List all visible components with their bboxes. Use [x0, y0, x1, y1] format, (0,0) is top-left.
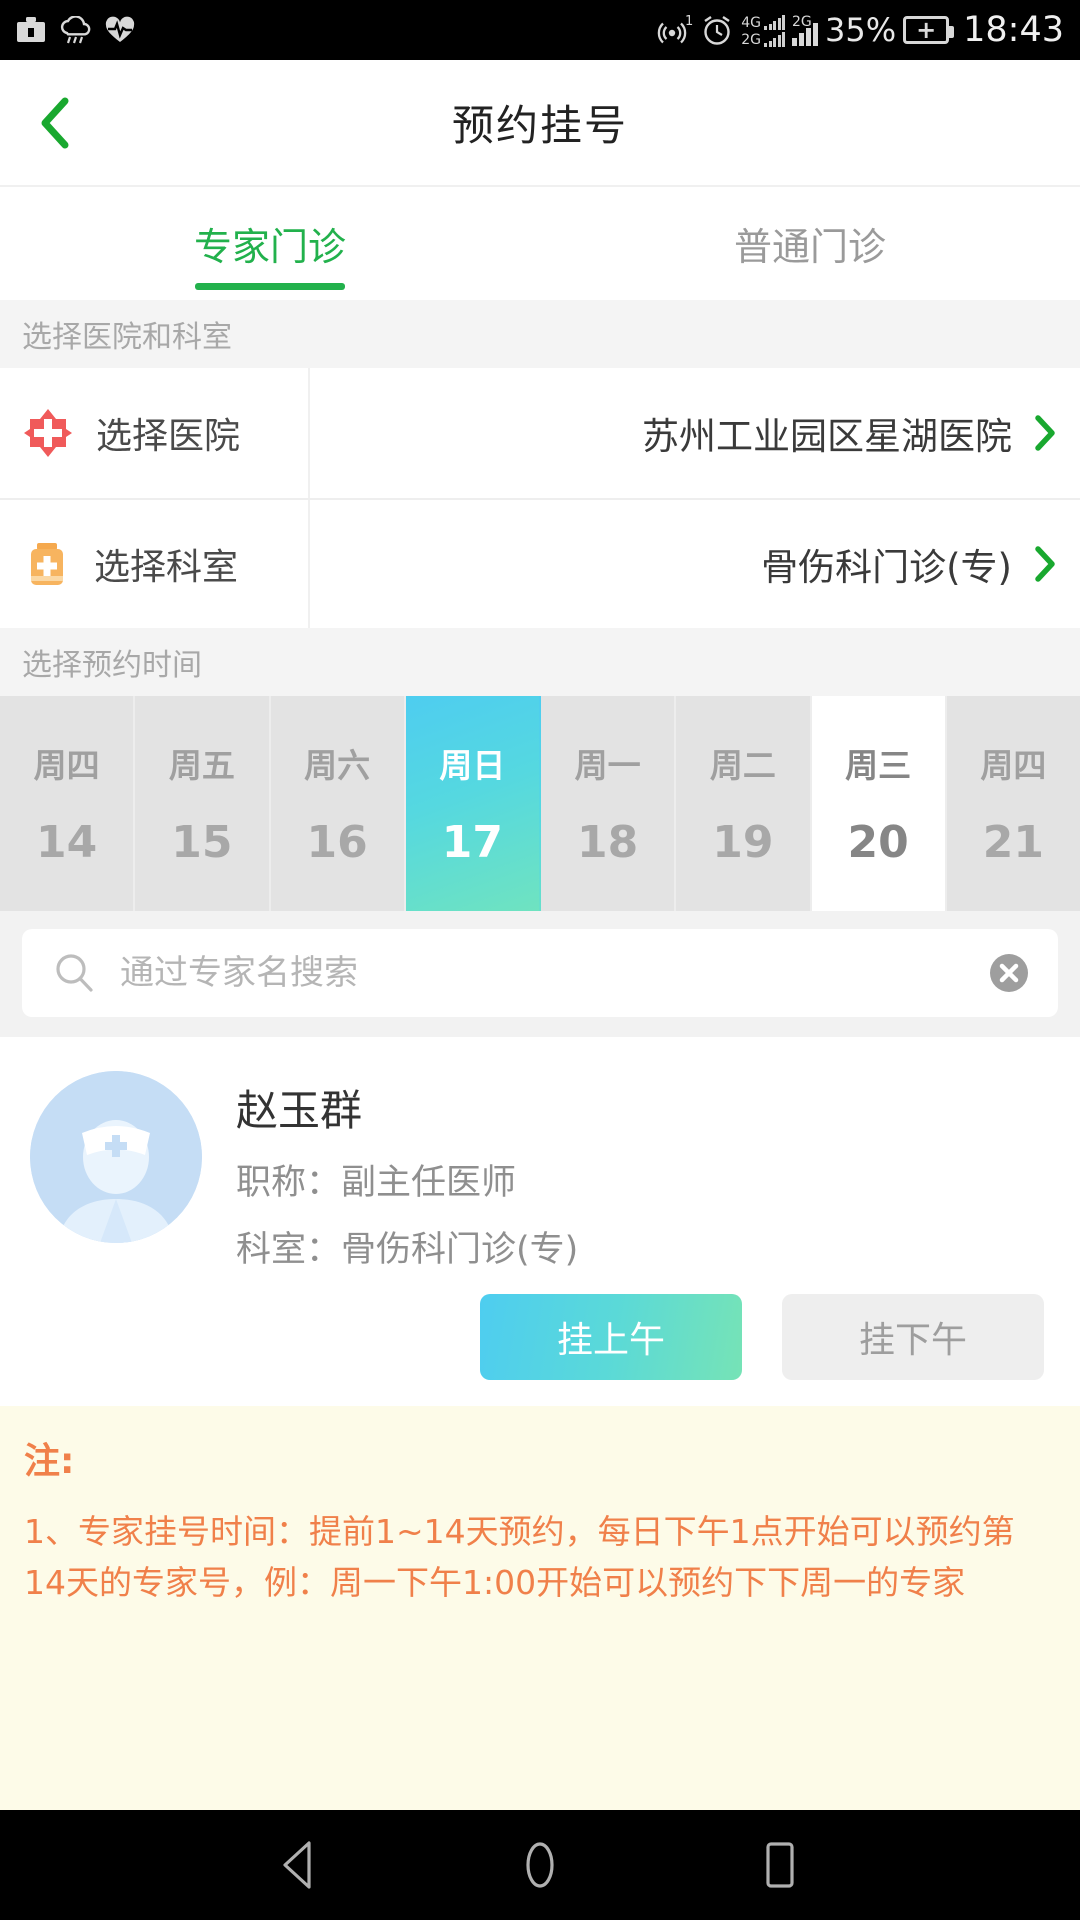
date-cell[interactable]: 周二 19: [676, 696, 812, 911]
date-dow-label: 周一: [574, 746, 641, 785]
clinic-type-tabs: 专家门诊 普通门诊: [0, 185, 1080, 300]
doctor-title: 职称：副主任医师: [236, 1163, 517, 1203]
dual-sim-signal-icon: 4G 2G: [741, 14, 785, 47]
medical-bag-icon: [31, 543, 63, 585]
date-day-label: 18: [577, 817, 639, 868]
doctor-card-top: 赵玉群 职称：副主任医师 科室：骨伤科门诊(专): [0, 1071, 1080, 1272]
status-bar-right-icons: 1 4G 2G 2G 35% + 18:43: [657, 10, 1064, 50]
doctor-actions: 挂上午 挂下午: [0, 1272, 1080, 1380]
date-cell[interactable]: 周六 16: [270, 696, 406, 911]
date-cell[interactable]: 周四 14: [0, 696, 136, 911]
date-dow-label: 周日: [439, 746, 506, 785]
nav-back-icon: [283, 1841, 311, 1889]
tab-inactive-indicator: [735, 283, 885, 290]
rain-cloud-icon: [60, 16, 91, 44]
doctor-card: 赵玉群 职称：副主任医师 科室：骨伤科门诊(专) 挂上午 挂下午: [0, 1037, 1080, 1406]
battery-icon: +: [903, 16, 955, 44]
tab-general-clinic[interactable]: 普通门诊: [540, 187, 1080, 300]
nav-home-button[interactable]: [495, 1810, 585, 1920]
chevron-right-icon: [1035, 546, 1055, 582]
date-cell-available[interactable]: 周三 20: [811, 696, 947, 911]
date-cell-selected[interactable]: 周日 17: [405, 696, 541, 911]
date-dow-label: 周四: [33, 746, 100, 785]
date-dow-label: 周五: [168, 746, 235, 785]
search-bar[interactable]: [22, 929, 1058, 1017]
status-bar: 1 4G 2G 2G 35% + 18:43: [0, 0, 1080, 60]
selected-hospital-value: 苏州工业园区星湖医院: [642, 415, 1012, 458]
date-dow-label: 周二: [709, 746, 776, 785]
nav-recents-button[interactable]: [735, 1810, 825, 1920]
date-day-label: 19: [712, 817, 774, 868]
date-cell[interactable]: 周五 15: [135, 696, 271, 911]
hotspot-icon: 1: [657, 14, 693, 44]
alarm-clock-icon: [704, 16, 730, 45]
date-day-label: 14: [36, 817, 98, 868]
date-day-label: 17: [441, 817, 503, 868]
doctor-department: 科室：骨伤科门诊(专): [236, 1230, 579, 1270]
nav-home-icon: [526, 1842, 554, 1888]
notes-section: 注: 1、专家挂号时间：提前1~14天预约，每日下午1点开始可以预约第14天的专…: [0, 1406, 1080, 1810]
app-screen: 1 4G 2G 2G 35% + 18:43 预约挂号 专家门诊 普通门诊 选择…: [0, 0, 1080, 1920]
clock-label: 18:43: [963, 10, 1064, 50]
doctor-name: 赵玉群: [236, 1086, 363, 1135]
tab-expert-clinic-label: 专家门诊: [193, 225, 346, 269]
selected-department-value: 骨伤科门诊(专): [761, 546, 1012, 589]
date-cell[interactable]: 周四 21: [946, 696, 1080, 911]
signal-4g-label: 4G: [741, 14, 761, 31]
status-bar-left-icons: [16, 16, 136, 44]
android-nav-bar: [0, 1810, 1080, 1920]
search-icon: [56, 954, 93, 992]
time-section-title: 选择预约时间: [0, 628, 1080, 696]
nav-recents-icon: [766, 1842, 794, 1888]
tab-active-indicator: [195, 283, 345, 290]
book-afternoon-button: 挂下午: [782, 1294, 1044, 1380]
nav-back-button[interactable]: [255, 1810, 345, 1920]
date-day-label: 16: [306, 817, 368, 868]
chevron-right-icon: [1035, 415, 1055, 451]
avatar: [30, 1071, 202, 1243]
hospital-cross-icon: [24, 409, 72, 457]
date-dow-label: 周六: [304, 746, 371, 785]
date-dow-label: 周四: [980, 746, 1047, 785]
notes-body: 1、专家挂号时间：提前1~14天预约，每日下午1点开始可以预约第14天的专家号，…: [24, 1512, 1015, 1603]
date-day-label: 20: [847, 817, 909, 868]
clear-circle-icon[interactable]: [986, 950, 1032, 996]
select-hospital-label: 选择医院: [96, 416, 241, 457]
page-header: 预约挂号: [0, 60, 1080, 185]
select-department-right: 骨伤科门诊(专): [310, 537, 1080, 591]
hotspot-badge: 1: [685, 14, 693, 29]
notes-title: 注:: [24, 1441, 75, 1482]
select-department-label: 选择科室: [94, 547, 239, 588]
doctor-avatar-icon: [30, 1071, 202, 1243]
sim2-signal-icon: 2G: [792, 15, 818, 46]
doctor-info: 赵玉群 职称：副主任医师 科室：骨伤科门诊(专): [236, 1071, 578, 1272]
signal-2g-label: 2G: [741, 31, 761, 48]
search-area: [0, 911, 1080, 1037]
select-hospital-left: 选择医院: [0, 368, 310, 498]
battery-percent-label: 35%: [825, 11, 897, 49]
date-dow-label: 周三: [845, 746, 912, 785]
select-hospital-row[interactable]: 选择医院 苏州工业园区星湖医院: [0, 368, 1080, 498]
hospital-section-title: 选择医院和科室: [0, 300, 1080, 368]
heartbeat-icon: [105, 16, 135, 42]
date-cell[interactable]: 周一 18: [541, 696, 677, 911]
tab-expert-clinic[interactable]: 专家门诊: [0, 187, 540, 300]
page-title: 预约挂号: [451, 101, 628, 150]
date-day-label: 21: [982, 817, 1044, 868]
select-department-row[interactable]: 选择科室 骨伤科门诊(专): [0, 498, 1080, 628]
date-picker-strip: 周四 14 周五 15 周六 16 周日 17 周一 18 周二 19 周三 2…: [0, 696, 1080, 911]
book-morning-button[interactable]: 挂上午: [480, 1294, 742, 1380]
search-input[interactable]: [120, 953, 962, 993]
date-day-label: 15: [171, 817, 233, 868]
battery-charging-glyph: +: [916, 16, 937, 44]
tab-general-clinic-label: 普通门诊: [733, 225, 886, 269]
select-department-left: 选择科室: [0, 500, 310, 628]
briefcase-icon: [17, 17, 45, 42]
select-hospital-right: 苏州工业园区星湖医院: [310, 406, 1080, 460]
